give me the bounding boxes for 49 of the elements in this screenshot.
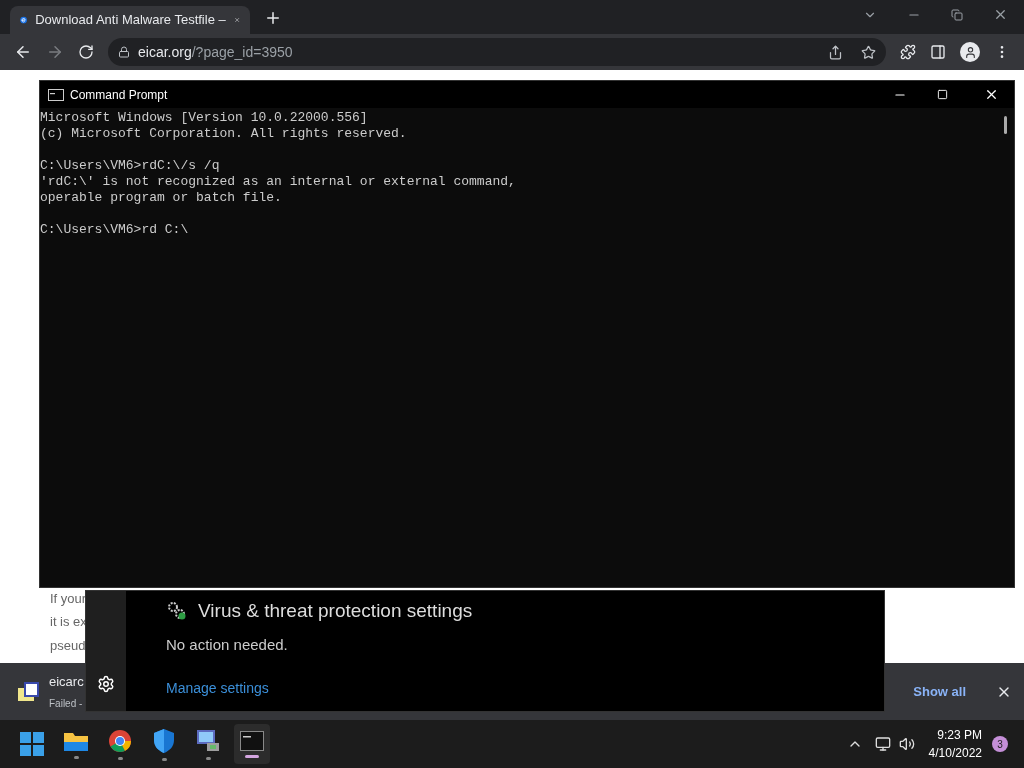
share-icon[interactable]: [828, 44, 843, 60]
page-text: If your: [50, 589, 87, 608]
maximize-icon[interactable]: [937, 89, 948, 100]
network-icon[interactable]: [874, 736, 891, 752]
back-icon[interactable]: [14, 43, 32, 61]
console-line: 'rdC:\' is not recognized as an internal or external command,: [40, 174, 517, 190]
taskbar-app[interactable]: [234, 724, 270, 764]
console-icon: [48, 88, 64, 101]
side-panel-icon[interactable]: [930, 44, 946, 60]
extensions-icon[interactable]: [900, 44, 916, 60]
lock-icon: [118, 46, 130, 58]
reload-icon[interactable]: [78, 44, 94, 60]
shield-icon: [153, 727, 175, 754]
close-icon[interactable]: [993, 7, 1008, 22]
clock-date: 4/10/2022: [928, 745, 982, 762]
console-line: operable program or batch file.: [40, 190, 283, 206]
scrollbar-thumb[interactable]: [1004, 116, 1007, 134]
download-status: Failed -: [49, 696, 84, 711]
volume-icon[interactable]: [898, 736, 915, 752]
url-text: eicar.org/?page_id=3950: [138, 42, 293, 62]
profile-avatar[interactable]: [960, 42, 980, 62]
notification-badge[interactable]: 3: [992, 736, 1008, 752]
address-bar[interactable]: eicar.org/?page_id=3950: [108, 38, 886, 66]
forward-icon[interactable]: [46, 43, 64, 61]
settings-icon[interactable]: [97, 675, 115, 693]
console-line: Microsoft Windows [Version 10.0.22000.556]: [40, 110, 369, 126]
console-line: C:\Users\VM6>rd C:\: [40, 222, 190, 238]
console-line: C:\Users\VM6>rdC:\/s /q: [40, 158, 221, 174]
page-text: pseud: [50, 636, 86, 655]
new-tab-icon[interactable]: [264, 9, 282, 27]
status-text: No action needed.: [166, 634, 289, 655]
computer-icon: [195, 728, 221, 753]
gears-icon: [166, 601, 188, 622]
bookmark-icon[interactable]: [861, 44, 876, 60]
download-name: eicarc: [49, 673, 84, 692]
browser-icon: [108, 728, 132, 753]
show-all-button[interactable]: Show all: [905, 677, 974, 706]
panel-title: Virus & threat protection settings: [198, 599, 473, 623]
archive-file-icon: [18, 681, 40, 702]
restore-icon[interactable]: [951, 8, 963, 21]
manage-settings-link[interactable]: Manage settings: [166, 678, 269, 699]
window-title: Command Prompt: [70, 86, 168, 104]
browser-tab[interactable]: Download Anti Malware Testfile –: [10, 6, 250, 34]
clock-time: 9:23 PM: [937, 727, 982, 744]
start-icon[interactable]: [20, 732, 44, 756]
console-line: (c) Microsoft Corporation. All rights reserved.: [40, 126, 408, 142]
terminal-icon: [240, 730, 264, 751]
close-icon[interactable]: [984, 87, 999, 102]
tab-title: Download Anti Malware Testfile –: [35, 11, 226, 30]
